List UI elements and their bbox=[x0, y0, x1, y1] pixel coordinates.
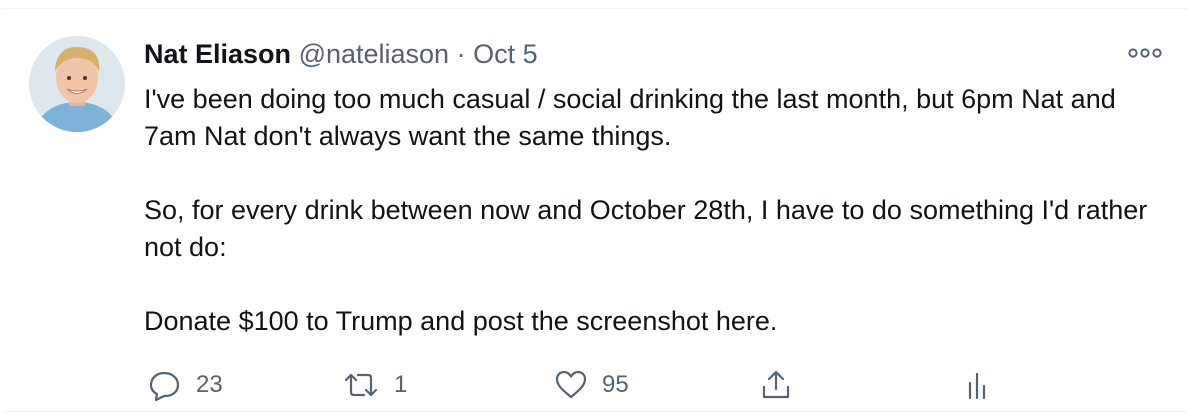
reply-button[interactable]: 23 bbox=[148, 365, 223, 405]
avatar-photo bbox=[29, 36, 125, 132]
reply-count: 23 bbox=[196, 371, 223, 398]
like-count: 95 bbox=[602, 371, 629, 398]
tweet-actions: 23 1 95 bbox=[144, 365, 1004, 405]
tweet-text: I've been doing too much casual / social… bbox=[144, 81, 1164, 340]
share-button[interactable] bbox=[759, 365, 793, 405]
tweet-header: Nat Eliason @nateliason · Oct 5 bbox=[144, 37, 538, 71]
retweet-button[interactable]: 1 bbox=[342, 365, 407, 405]
tweet-paragraph: Donate $100 to Trump and post the screen… bbox=[144, 306, 778, 336]
reply-icon bbox=[148, 368, 182, 402]
tweet-date[interactable]: Oct 5 bbox=[473, 39, 538, 69]
like-icon bbox=[554, 368, 588, 402]
tweet-paragraph: I've been doing too much casual / social… bbox=[144, 84, 1116, 151]
like-button[interactable]: 95 bbox=[554, 365, 629, 405]
author-handle[interactable]: @nateliason bbox=[299, 39, 450, 69]
avatar[interactable] bbox=[29, 36, 125, 132]
tweet-paragraph: So, for every drink between now and Octo… bbox=[144, 195, 1148, 262]
retweet-count: 1 bbox=[394, 371, 408, 398]
more-options-icon[interactable] bbox=[1125, 39, 1165, 63]
analytics-icon bbox=[964, 368, 994, 402]
header-separator: · bbox=[456, 39, 466, 69]
retweet-icon bbox=[342, 368, 380, 402]
share-icon bbox=[759, 368, 793, 402]
tweet-card[interactable]: Nat Eliason @nateliason · Oct 5 I've bee… bbox=[3, 8, 1187, 412]
analytics-button[interactable] bbox=[964, 365, 994, 405]
author-name[interactable]: Nat Eliason bbox=[144, 39, 291, 69]
